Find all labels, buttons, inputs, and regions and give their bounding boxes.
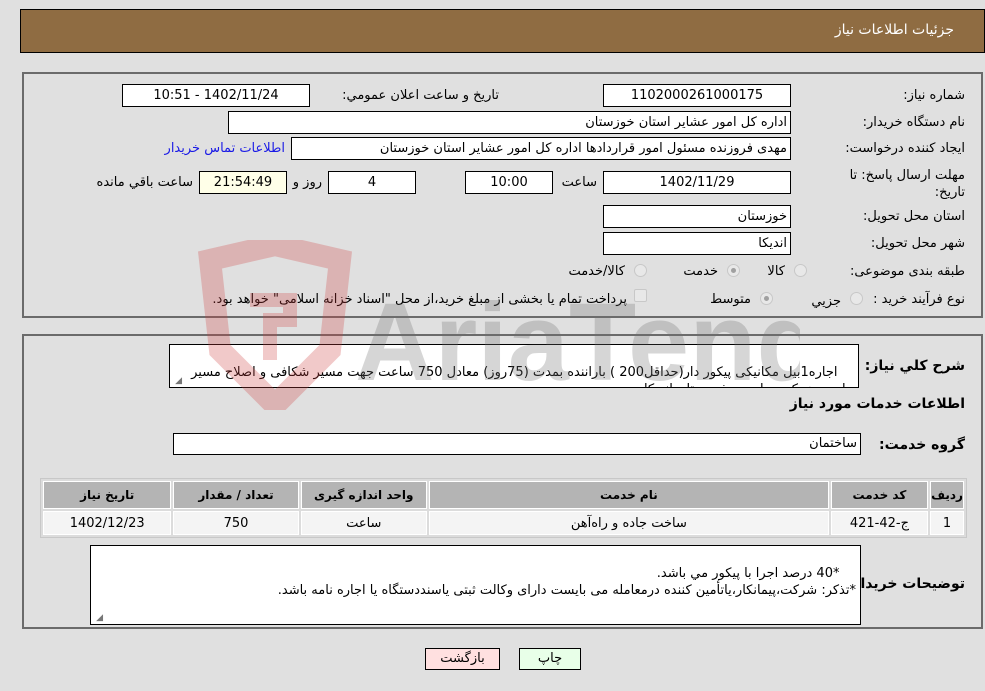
need-description-text: اجاره1بیل مکانیکی پیکور دار(حداقل200 ) ب…: [191, 365, 854, 387]
buyer-contact-link[interactable]: اطلاعات تماس خریدار: [165, 141, 285, 156]
process-radio-medium[interactable]: [760, 292, 773, 305]
announce-label: تاریخ و ساعت اعلان عمومي:: [342, 88, 499, 103]
services-section-title: اطلاعات خدمات مورد نیاز: [789, 396, 965, 412]
table-row: 1 ج-42-421 ساخت جاده و راه‌آهن ساعت 750 …: [43, 511, 964, 535]
deadline-date-field[interactable]: 1402/11/29: [603, 171, 791, 194]
buyer-notes-textarea[interactable]: *40 درصد اجرا با پیکور مي باشد. *تذکر: ش…: [90, 545, 861, 625]
category-option-goods-service: کالا/خدمت: [568, 264, 625, 279]
city-label: شهر محل تحویل:: [870, 236, 965, 251]
col-header-service-name: نام خدمت: [428, 481, 829, 509]
days-remaining-field[interactable]: 4: [328, 171, 416, 194]
need-number-label: شماره نیاز:: [903, 88, 965, 103]
buyer-notes-text: *40 درصد اجرا با پیکور مي باشد. *تذکر: ش…: [277, 566, 856, 598]
deadline-time-label: ساعت: [561, 175, 597, 190]
resize-grip-icon[interactable]: ◢: [172, 376, 182, 386]
process-option-medium: متوسط: [710, 292, 751, 307]
city-field[interactable]: اندیکا: [603, 232, 791, 255]
province-label: استان محل تحویل:: [863, 209, 965, 224]
cell-service-code: ج-42-421: [830, 511, 929, 535]
print-button[interactable]: چاپ: [519, 648, 581, 670]
buyer-org-field[interactable]: اداره کل امور عشایر استان خوزستان: [228, 111, 791, 134]
need-description-textarea[interactable]: اجاره1بیل مکانیکی پیکور دار(حداقل200 ) ب…: [169, 344, 859, 388]
category-label: طبقه بندی موضوعی:: [849, 264, 965, 279]
need-details-panel: شماره نیاز: 1102000261000175 تاریخ و ساع…: [22, 72, 983, 318]
cell-row-number: 1: [930, 511, 964, 535]
page-header: جزئیات اطلاعات نیاز: [20, 9, 985, 53]
creator-field[interactable]: مهدی فروزنده مسئول امور قراردادها اداره …: [291, 137, 791, 160]
col-header-service-code: کد خدمت: [830, 481, 929, 509]
service-group-field[interactable]: ساختمان: [173, 433, 861, 455]
category-radio-service[interactable]: [727, 264, 740, 277]
deadline-label: مهلت ارسال پاسخ: تا تاریخ:: [849, 168, 965, 200]
process-option-minor: جزيي: [811, 294, 841, 309]
treasury-note: پرداخت تمام یا بخشی از مبلغ خرید،از محل …: [212, 292, 627, 307]
treasury-checkbox[interactable]: [634, 289, 647, 302]
back-button[interactable]: بازگشت: [425, 648, 500, 670]
col-header-row: ردیف: [930, 481, 964, 509]
category-radio-goods-service[interactable]: [634, 264, 647, 277]
category-radio-goods[interactable]: [794, 264, 807, 277]
days-label: روز و: [292, 175, 322, 190]
category-option-goods: کالا: [767, 264, 785, 279]
col-header-unit: واحد اندازه گیری: [300, 481, 427, 509]
services-table-header: ردیف کد خدمت نام خدمت واحد اندازه گیری ت…: [43, 481, 964, 509]
announce-datetime-field[interactable]: 1402/11/24 - 10:51: [122, 84, 310, 107]
service-group-label: گروه خدمت:: [879, 437, 965, 453]
remaining-time-field[interactable]: 21:54:49: [199, 171, 287, 194]
cell-service-name: ساخت جاده و راه‌آهن: [428, 511, 829, 535]
creator-label: ایجاد کننده درخواست:: [845, 141, 965, 156]
resize-grip-icon[interactable]: ◢: [93, 613, 103, 623]
need-description-label: شرح کلي نیاز:: [864, 358, 965, 374]
buyer-org-label: نام دستگاه خریدار:: [862, 115, 965, 130]
services-table: ردیف کد خدمت نام خدمت واحد اندازه گیری ت…: [40, 478, 967, 538]
buyer-notes-label: توضیحات خریدار:: [846, 576, 965, 592]
cell-unit: ساعت: [300, 511, 427, 535]
cell-need-date: 1402/12/23: [43, 511, 172, 535]
category-option-service: خدمت: [683, 264, 718, 279]
cell-quantity: 750: [173, 511, 299, 535]
col-header-need-date: تاریخ نیاز: [43, 481, 172, 509]
process-radio-minor[interactable]: [850, 292, 863, 305]
need-number-field[interactable]: 1102000261000175: [603, 84, 791, 107]
deadline-time-field[interactable]: 10:00: [465, 171, 553, 194]
remaining-time-label: ساعت باقي مانده: [96, 175, 193, 190]
page-title: جزئیات اطلاعات نیاز: [834, 22, 954, 38]
province-field[interactable]: خوزستان: [603, 205, 791, 228]
need-services-panel: شرح کلي نیاز: اجاره1بیل مکانیکی پیکور دا…: [22, 334, 983, 629]
process-type-label: نوع فرآیند خرید :: [873, 292, 965, 307]
col-header-quantity: تعداد / مقدار: [173, 481, 299, 509]
